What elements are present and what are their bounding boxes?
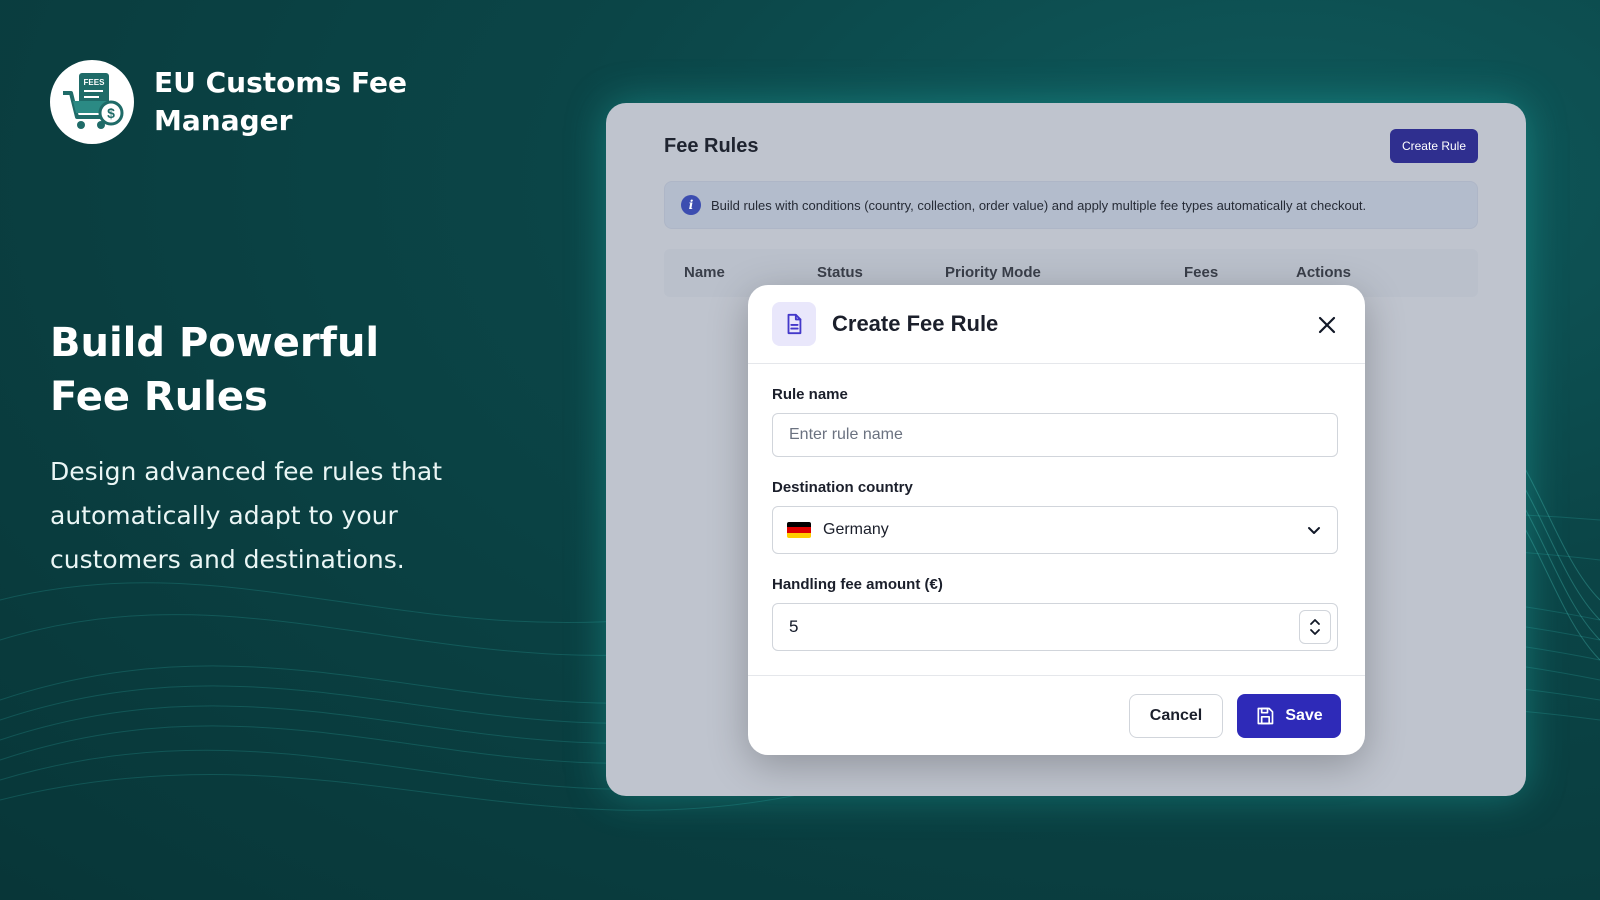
chevron-down-icon[interactable]	[1309, 627, 1321, 637]
germany-flag-icon	[787, 522, 811, 538]
headline: Build Powerful Fee Rules	[50, 316, 470, 424]
info-banner: i Build rules with conditions (country, …	[664, 181, 1478, 229]
svg-text:$: $	[107, 105, 115, 121]
panel-title: Fee Rules	[664, 135, 759, 157]
info-icon: i	[681, 195, 701, 215]
cancel-button[interactable]: Cancel	[1129, 693, 1223, 738]
logo: FEES $	[50, 60, 134, 144]
fee-stepper[interactable]	[1299, 610, 1331, 644]
headline-line-1: Build Powerful	[50, 320, 380, 366]
column-header-name[interactable]: Name	[684, 264, 725, 281]
rule-name-label: Rule name	[772, 386, 848, 403]
brand: FEES $ EU Customs Fee Manager	[50, 60, 414, 144]
modal-header: Create Fee Rule	[748, 285, 1365, 364]
modal-footer: Cancel Save	[748, 675, 1365, 755]
column-header-actions[interactable]: Actions	[1296, 264, 1351, 281]
modal-title: Create Fee Rule	[832, 311, 999, 336]
headline-line-2: Fee Rules	[50, 374, 268, 420]
destination-country-value: Germany	[823, 521, 889, 538]
handling-fee-input[interactable]: 5	[772, 603, 1338, 651]
destination-country-label: Destination country	[772, 479, 913, 496]
save-icon	[1257, 707, 1274, 724]
info-text: Build rules with conditions (country, co…	[711, 197, 1367, 213]
handling-fee-label: Handling fee amount (€)	[772, 576, 943, 593]
create-rule-button[interactable]: Create Rule	[1389, 129, 1478, 163]
column-header-fees[interactable]: Fees	[1184, 264, 1218, 281]
create-fee-rule-modal: Create Fee Rule Rule name Destination co…	[748, 285, 1365, 755]
close-icon	[1318, 316, 1336, 334]
subtext: Design advanced fee rules that automatic…	[50, 457, 443, 574]
modal-body: Rule name Destination country Germany Ha…	[748, 364, 1365, 651]
cart-fees-icon: FEES $	[63, 73, 124, 129]
logo-text: FEES	[84, 78, 106, 87]
brand-name: EU Customs Fee Manager	[154, 66, 407, 137]
close-button[interactable]	[1313, 311, 1341, 339]
rule-name-input[interactable]	[772, 413, 1338, 457]
handling-fee-value: 5	[789, 617, 799, 636]
destination-country-select[interactable]: Germany	[772, 506, 1338, 554]
chevron-up-icon[interactable]	[1309, 617, 1321, 627]
save-button[interactable]: Save	[1237, 693, 1341, 738]
column-header-status[interactable]: Status	[817, 264, 863, 281]
column-header-priority-mode[interactable]: Priority Mode	[945, 264, 1041, 281]
document-icon	[772, 302, 816, 346]
chevron-down-icon	[1308, 527, 1320, 534]
save-label: Save	[1285, 706, 1323, 724]
